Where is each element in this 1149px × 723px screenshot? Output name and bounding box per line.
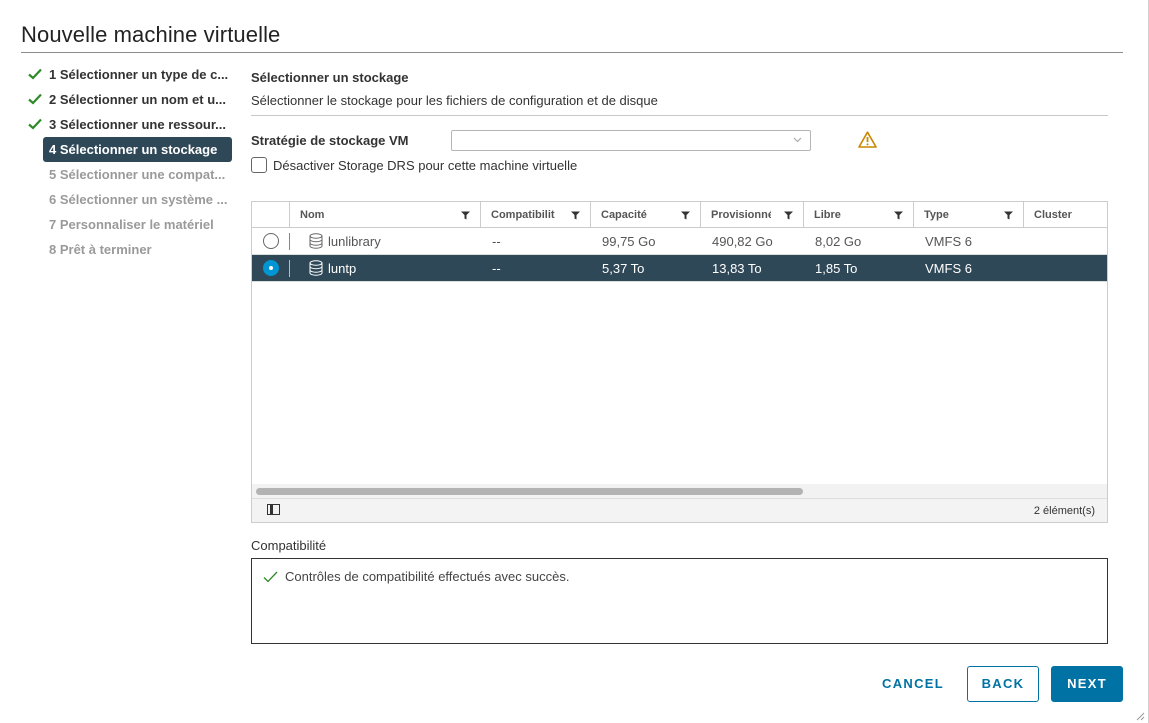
item-count: 2 élément(s) (1033, 505, 1095, 517)
column-header-capacity[interactable]: Capacité (590, 202, 700, 228)
section-divider (251, 115, 1108, 116)
row-compat: -- (492, 234, 501, 249)
row-free: 8,02 Go (815, 234, 862, 249)
step-label: 1 Sélectionner un type de c... (49, 67, 229, 82)
compatibility-panel: Contrôles de compatibilité effectués ave… (251, 558, 1108, 644)
step-label: 2 Sélectionner un nom et u... (49, 92, 226, 107)
row-free: 1,85 To (815, 261, 858, 276)
row-name: lunlibrary (328, 234, 381, 249)
column-header-free[interactable]: Libre (803, 202, 913, 228)
success-check-icon (263, 571, 278, 582)
table-row[interactable]: lunlibrary -- 99,75 Go 490,82 Go 8,02 Go… (252, 228, 1107, 255)
row-capacity: 99,75 Go (602, 234, 656, 249)
row-provisioned: 13,83 To (712, 261, 762, 276)
row-type: VMFS 6 (925, 234, 972, 249)
check-icon (28, 118, 42, 130)
row-radio-selected[interactable] (263, 260, 279, 276)
table-row-selected[interactable]: luntp -- 5,37 To 13,83 To 1,85 To VMFS 6 (252, 255, 1107, 282)
compatibility-message: Contrôles de compatibilité effectués ave… (263, 569, 569, 584)
step-label: 4 Sélectionner un stockage (49, 142, 218, 157)
step-8: 8 Prêt à terminer (25, 237, 235, 262)
step-label: 8 Prêt à terminer (49, 242, 152, 257)
disable-drs-option[interactable]: Désactiver Storage DRS pour cette machin… (251, 156, 577, 174)
column-toggle-icon[interactable] (267, 504, 280, 515)
step-label: 3 Sélectionner une ressour... (49, 117, 227, 132)
step-label: 5 Sélectionner une compat... (49, 167, 226, 182)
filter-icon[interactable] (571, 211, 580, 220)
row-cluster (1023, 228, 1035, 255)
back-button[interactable]: BACK (967, 666, 1039, 702)
grid-header: Nom Compatibilit Capacité Provisionné Li… (252, 202, 1107, 228)
chevron-down-icon (793, 137, 802, 143)
title-divider (21, 52, 1123, 53)
scrollbar-thumb[interactable] (256, 488, 803, 495)
resize-grip-icon[interactable] (1136, 712, 1145, 721)
warning-icon[interactable] (858, 131, 877, 148)
column-header-compatibility[interactable]: Compatibilit (480, 202, 590, 228)
row-name: luntp (328, 261, 357, 276)
column-header-type[interactable]: Type (913, 202, 1023, 228)
dialog-title: Nouvelle machine virtuelle (21, 22, 281, 47)
filter-icon[interactable] (461, 211, 470, 220)
disable-drs-checkbox[interactable] (251, 157, 267, 173)
grid-footer: 2 élément(s) (252, 498, 1107, 522)
filter-icon[interactable] (1004, 211, 1013, 220)
row-radio[interactable] (263, 233, 279, 249)
compatibility-text: Contrôles de compatibilité effectués ave… (285, 569, 570, 584)
row-capacity: 5,37 To (602, 261, 645, 276)
horizontal-scrollbar[interactable] (252, 484, 1107, 499)
step-2[interactable]: 2 Sélectionner un nom et u... (25, 87, 235, 112)
cancel-button[interactable]: CANCEL (874, 666, 952, 702)
row-separator (289, 233, 290, 250)
step-1[interactable]: 1 Sélectionner un type de c... (25, 62, 235, 87)
step-5: 5 Sélectionner une compat... (25, 162, 235, 187)
filter-icon[interactable] (894, 211, 903, 220)
column-header-provisioned[interactable]: Provisionné (700, 202, 803, 228)
row-type: VMFS 6 (925, 261, 972, 276)
select-column-header (252, 202, 289, 228)
disable-drs-label: Désactiver Storage DRS pour cette machin… (273, 157, 578, 173)
step-3[interactable]: 3 Sélectionner une ressour... (25, 112, 235, 137)
section-title: Sélectionner un stockage (251, 70, 409, 85)
filter-icon[interactable] (681, 211, 690, 220)
check-icon (28, 93, 42, 105)
step-6: 6 Sélectionner un système ... (25, 187, 235, 212)
column-header-cluster[interactable]: Cluster (1023, 202, 1108, 228)
storage-policy-select[interactable] (451, 130, 811, 151)
column-header-name[interactable]: Nom (289, 202, 480, 228)
storage-policy-label: Stratégie de stockage VM (251, 133, 409, 148)
step-4[interactable]: 4 Sélectionner un stockage (43, 137, 232, 162)
datastore-grid: Nom Compatibilit Capacité Provisionné Li… (251, 201, 1108, 523)
row-separator (289, 260, 290, 277)
row-cluster (1023, 255, 1035, 282)
step-label: 7 Personnaliser le matériel (49, 217, 214, 232)
check-icon (28, 68, 42, 80)
wizard-steps: 1 Sélectionner un type de c... 2 Sélecti… (25, 62, 235, 262)
step-7: 7 Personnaliser le matériel (25, 212, 235, 237)
section-subtitle: Sélectionner le stockage pour les fichie… (251, 93, 658, 108)
step-label: 6 Sélectionner un système ... (49, 192, 228, 207)
next-button[interactable]: NEXT (1051, 666, 1123, 702)
filter-icon[interactable] (784, 211, 793, 220)
row-compat: -- (492, 261, 501, 276)
row-provisioned: 490,82 Go (712, 234, 773, 249)
compatibility-label: Compatibilité (251, 538, 327, 553)
